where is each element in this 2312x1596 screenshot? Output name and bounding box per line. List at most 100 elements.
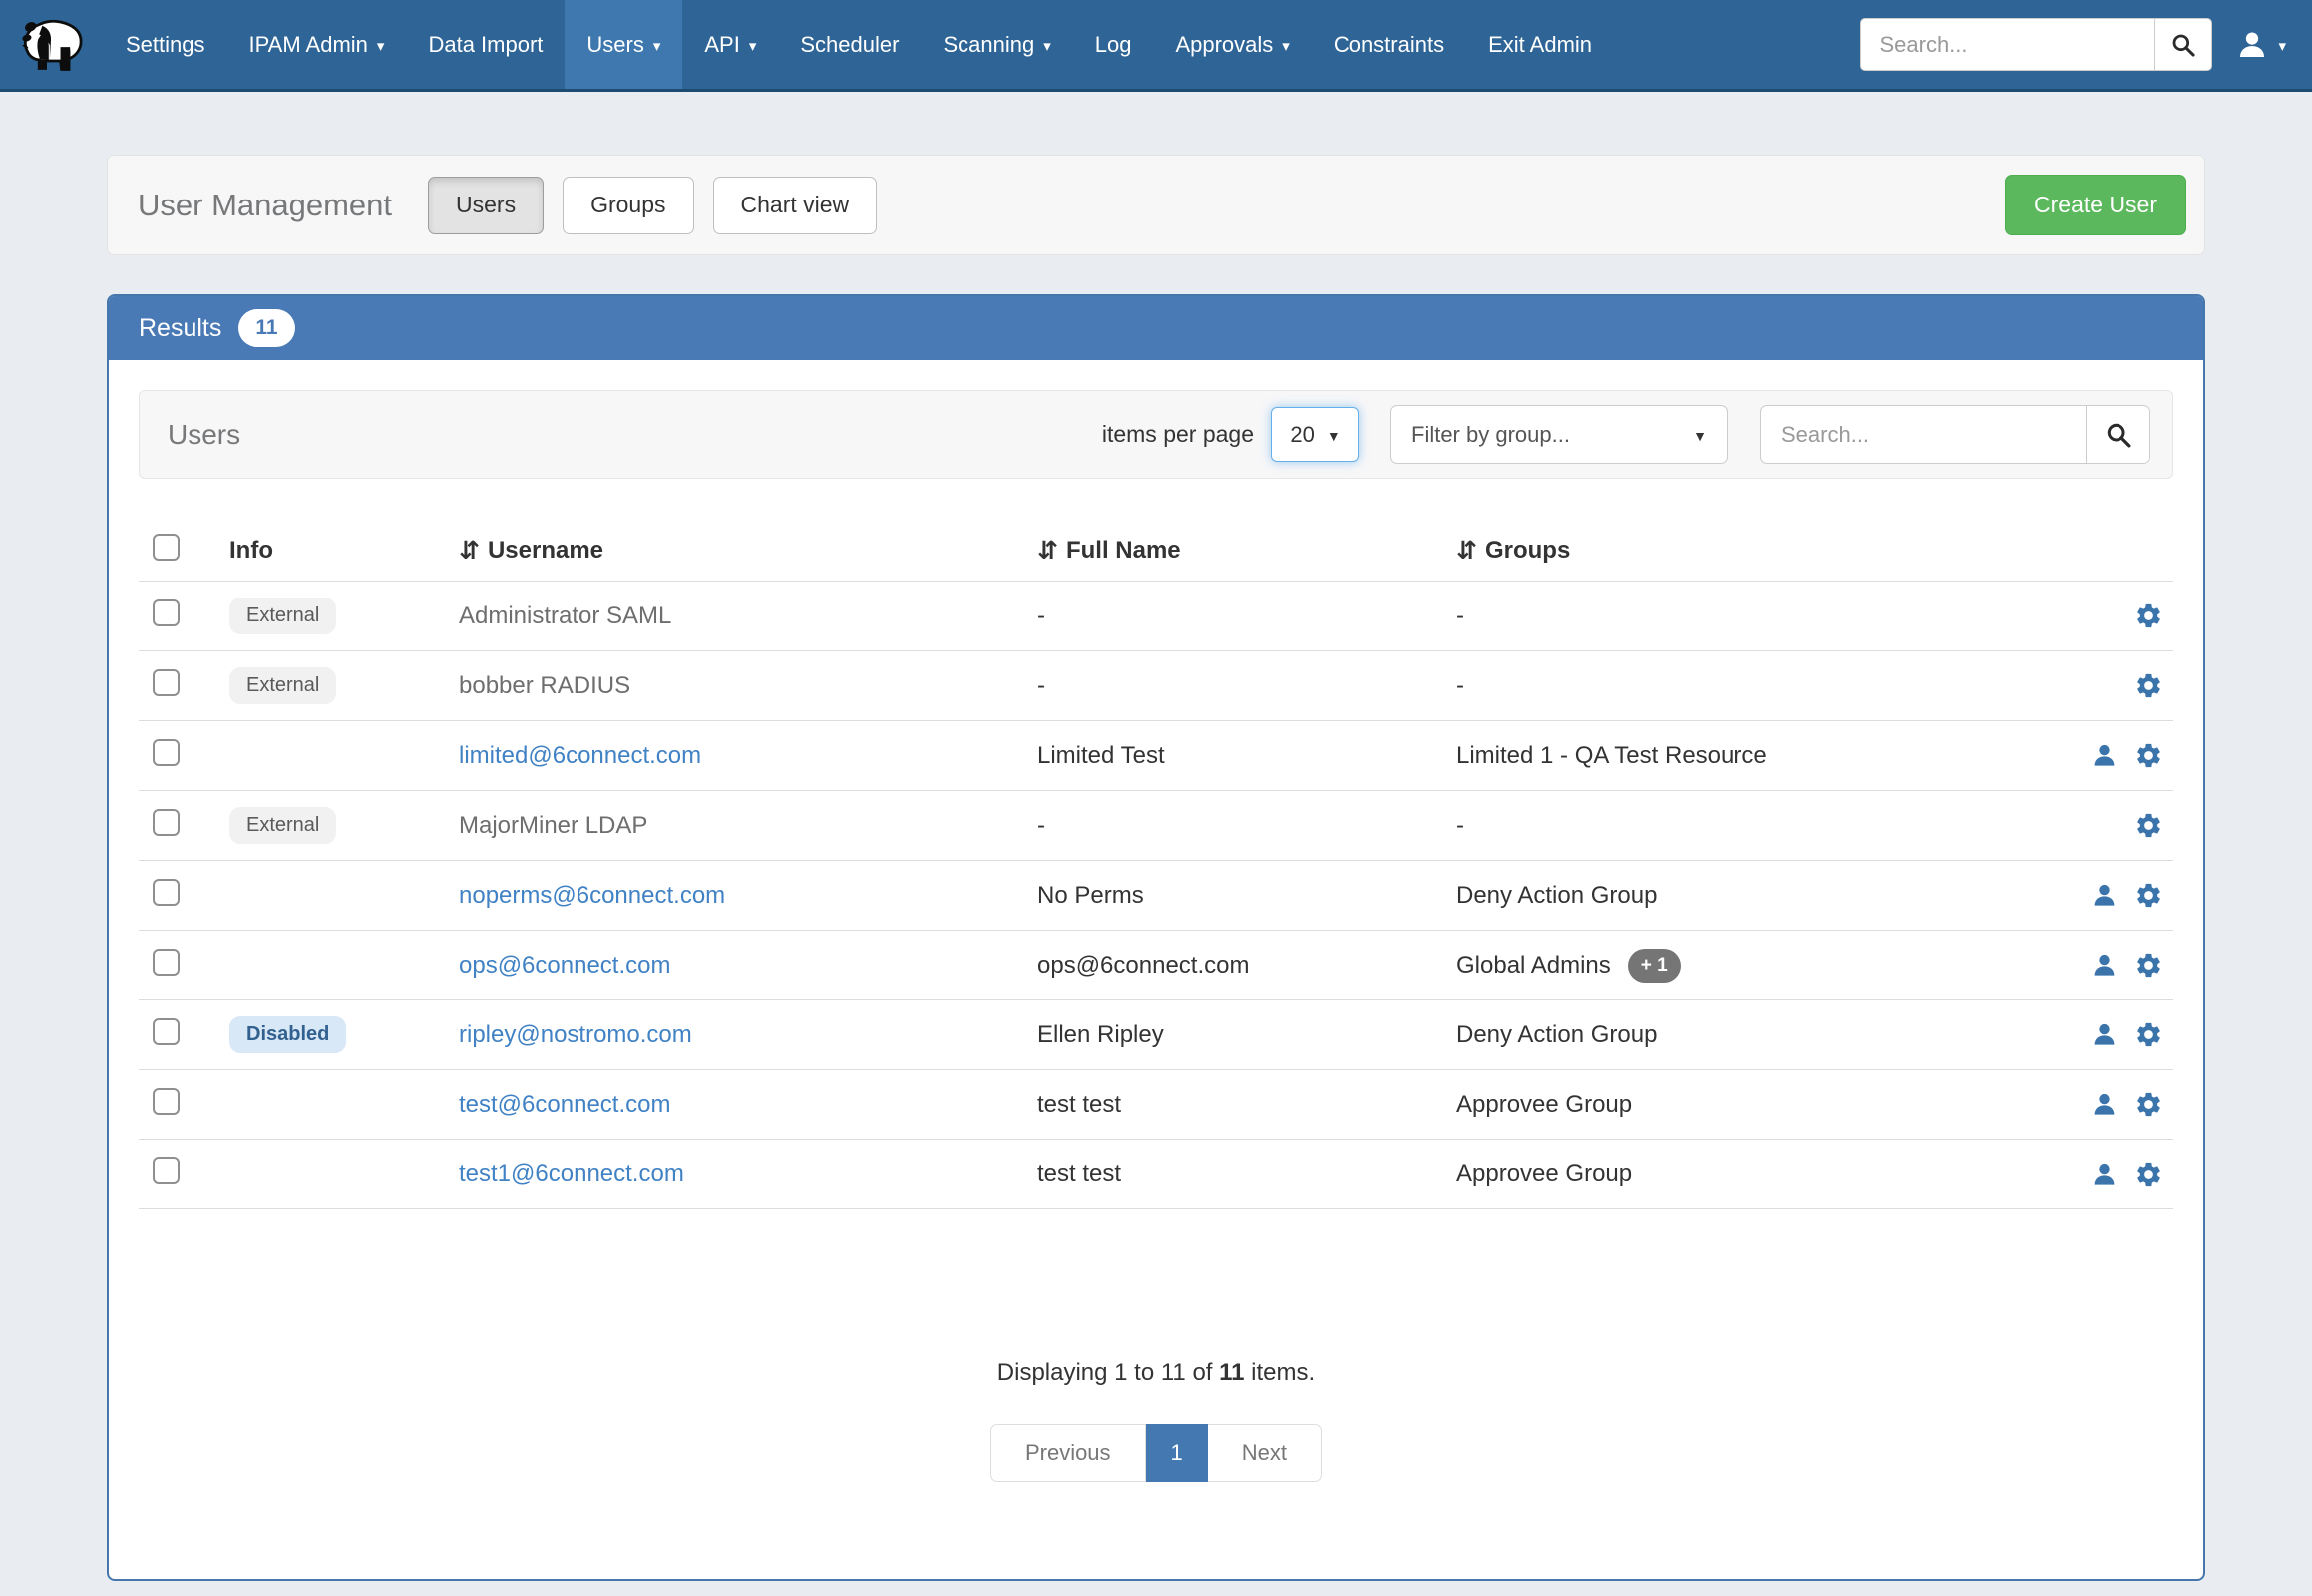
gear-icon[interactable] <box>2134 1020 2163 1049</box>
nav-item-users[interactable]: Users▾ <box>565 0 682 89</box>
items-per-page-value: 20 <box>1290 422 1314 448</box>
nav-item-approvals[interactable]: Approvals▾ <box>1153 0 1311 89</box>
nav-item-scheduler[interactable]: Scheduler <box>778 0 921 89</box>
pagination-next-button[interactable]: Next <box>1208 1424 1322 1482</box>
actions-cell <box>2075 951 2173 980</box>
column-header-groups[interactable]: ⇵ Groups <box>1456 536 2075 566</box>
gear-icon[interactable] <box>2134 811 2163 840</box>
table-search-input[interactable] <box>1761 406 2086 463</box>
column-header-label: Username <box>488 537 603 565</box>
navbar-search-button[interactable] <box>2154 18 2212 71</box>
results-summary: Displaying 1 to 11 of 11 items. <box>139 1359 2173 1387</box>
groups-text: - <box>1456 602 1464 630</box>
gear-icon[interactable] <box>2134 951 2163 980</box>
table-search-button[interactable] <box>2086 406 2149 463</box>
nav-item-exit-admin[interactable]: Exit Admin <box>1466 0 1614 89</box>
column-header-label: Groups <box>1485 537 1570 565</box>
caret-down-icon: ▾ <box>1043 39 1051 54</box>
row-checkbox[interactable] <box>153 879 180 906</box>
gear-icon[interactable] <box>2134 1090 2163 1119</box>
user-management-header: User Management Users Groups Chart view Cr… <box>107 155 2205 255</box>
groups-cell: Approvee Group <box>1456 1160 2075 1188</box>
row-checkbox[interactable] <box>153 739 180 766</box>
groups-text: Global Admins <box>1456 952 1611 980</box>
sort-icon[interactable]: ⇵ <box>1037 536 1056 566</box>
nav-item-constraints[interactable]: Constraints <box>1312 0 1466 89</box>
tab-groups[interactable]: Groups <box>563 177 693 234</box>
table-row: Disabledripley@nostromo.comEllen RipleyD… <box>139 999 2173 1069</box>
sort-icon[interactable]: ⇵ <box>1456 536 1475 566</box>
gear-icon[interactable] <box>2134 671 2163 700</box>
select-all-checkbox[interactable] <box>153 534 180 561</box>
actions-cell <box>2075 1090 2173 1119</box>
full-name-cell: test test <box>1037 1091 1456 1119</box>
row-checkbox[interactable] <box>153 1157 180 1184</box>
results-panel: Results 11 Users items per page 20 ▼ Fil… <box>107 294 2205 1581</box>
groups-cell: Deny Action Group <box>1456 882 2075 910</box>
impersonate-user-icon[interactable] <box>2091 1161 2118 1188</box>
nav-item-scanning[interactable]: Scanning▾ <box>921 0 1072 89</box>
row-checkbox[interactable] <box>153 809 180 836</box>
column-header-username[interactable]: ⇵ Username <box>459 536 1037 566</box>
table-row: noperms@6connect.comNo PermsDeny Action … <box>139 860 2173 930</box>
caret-down-icon: ▼ <box>1693 428 1707 444</box>
impersonate-user-icon[interactable] <box>2091 952 2118 979</box>
row-checkbox[interactable] <box>153 599 180 626</box>
pagination-page-1-button[interactable]: 1 <box>1146 1424 1208 1482</box>
nav-item-label: API <box>704 32 739 58</box>
page-title: User Management <box>138 188 392 223</box>
tab-chart-view[interactable]: Chart view <box>713 177 878 234</box>
actions-cell <box>2075 881 2173 910</box>
navbar-search-input[interactable] <box>1860 18 2154 71</box>
create-user-button[interactable]: Create User <box>2005 175 2186 235</box>
username-link[interactable]: test1@6connect.com <box>459 1160 1037 1188</box>
items-per-page-select[interactable]: 20 ▼ <box>1271 407 1359 462</box>
username-link[interactable]: noperms@6connect.com <box>459 882 1037 910</box>
gear-icon[interactable] <box>2134 1160 2163 1189</box>
username-text: MajorMiner LDAP <box>459 812 1037 840</box>
row-checkbox[interactable] <box>153 1018 180 1045</box>
impersonate-user-icon[interactable] <box>2091 742 2118 769</box>
table-row: ExternalMajorMiner LDAP-- <box>139 790 2173 860</box>
impersonate-user-icon[interactable] <box>2091 1091 2118 1118</box>
nav-item-ipam-admin[interactable]: IPAM Admin▾ <box>227 0 407 89</box>
summary-count: 11 <box>1219 1359 1244 1386</box>
navbar-search <box>1860 18 2212 71</box>
username-link[interactable]: test@6connect.com <box>459 1091 1037 1119</box>
username-text: bobber RADIUS <box>459 672 1037 700</box>
username-link[interactable]: limited@6connect.com <box>459 742 1037 770</box>
gear-icon[interactable] <box>2134 601 2163 630</box>
info-cell: External <box>229 667 459 704</box>
table-header-row: Info ⇵Username ⇵Full Name ⇵Groups <box>139 521 2173 581</box>
username-link[interactable]: ops@6connect.com <box>459 952 1037 980</box>
user-account-menu[interactable]: ▾ <box>2236 29 2286 61</box>
impersonate-user-icon[interactable] <box>2091 1021 2118 1048</box>
nav-item-data-import[interactable]: Data Import <box>406 0 565 89</box>
sort-icon[interactable]: ⇵ <box>459 536 478 566</box>
gear-icon[interactable] <box>2134 881 2163 910</box>
groups-cell: Limited 1 - QA Test Resource <box>1456 742 2075 770</box>
nav-item-label: Users <box>586 32 643 58</box>
filter-by-group-select[interactable]: Filter by group... ▼ <box>1390 405 1728 464</box>
view-tabs: Users Groups Chart view <box>428 177 877 234</box>
groups-cell: Approvee Group <box>1456 1091 2075 1119</box>
groups-text: Approvee Group <box>1456 1091 1632 1119</box>
username-link[interactable]: ripley@nostromo.com <box>459 1021 1037 1049</box>
row-checkbox[interactable] <box>153 669 180 696</box>
nav-item-api[interactable]: API▾ <box>682 0 778 89</box>
row-checkbox[interactable] <box>153 1088 180 1115</box>
groups-cell: Deny Action Group <box>1456 1021 2075 1049</box>
row-checkbox[interactable] <box>153 949 180 976</box>
actions-cell <box>2075 671 2173 700</box>
impersonate-user-icon[interactable] <box>2091 882 2118 909</box>
nav-item-settings[interactable]: Settings <box>104 0 227 89</box>
more-groups-badge: + 1 <box>1628 949 1681 983</box>
tab-users[interactable]: Users <box>428 177 544 234</box>
gear-icon[interactable] <box>2134 741 2163 770</box>
column-header-full-name[interactable]: ⇵Full Name <box>1037 536 1456 566</box>
pagination-previous-button[interactable]: Previous <box>990 1424 1146 1482</box>
nav-item-log[interactable]: Log <box>1073 0 1154 89</box>
nav-item-label: Data Import <box>428 32 543 58</box>
username-text: Administrator SAML <box>459 602 1037 630</box>
pagination: Previous 1 Next <box>139 1424 2173 1482</box>
